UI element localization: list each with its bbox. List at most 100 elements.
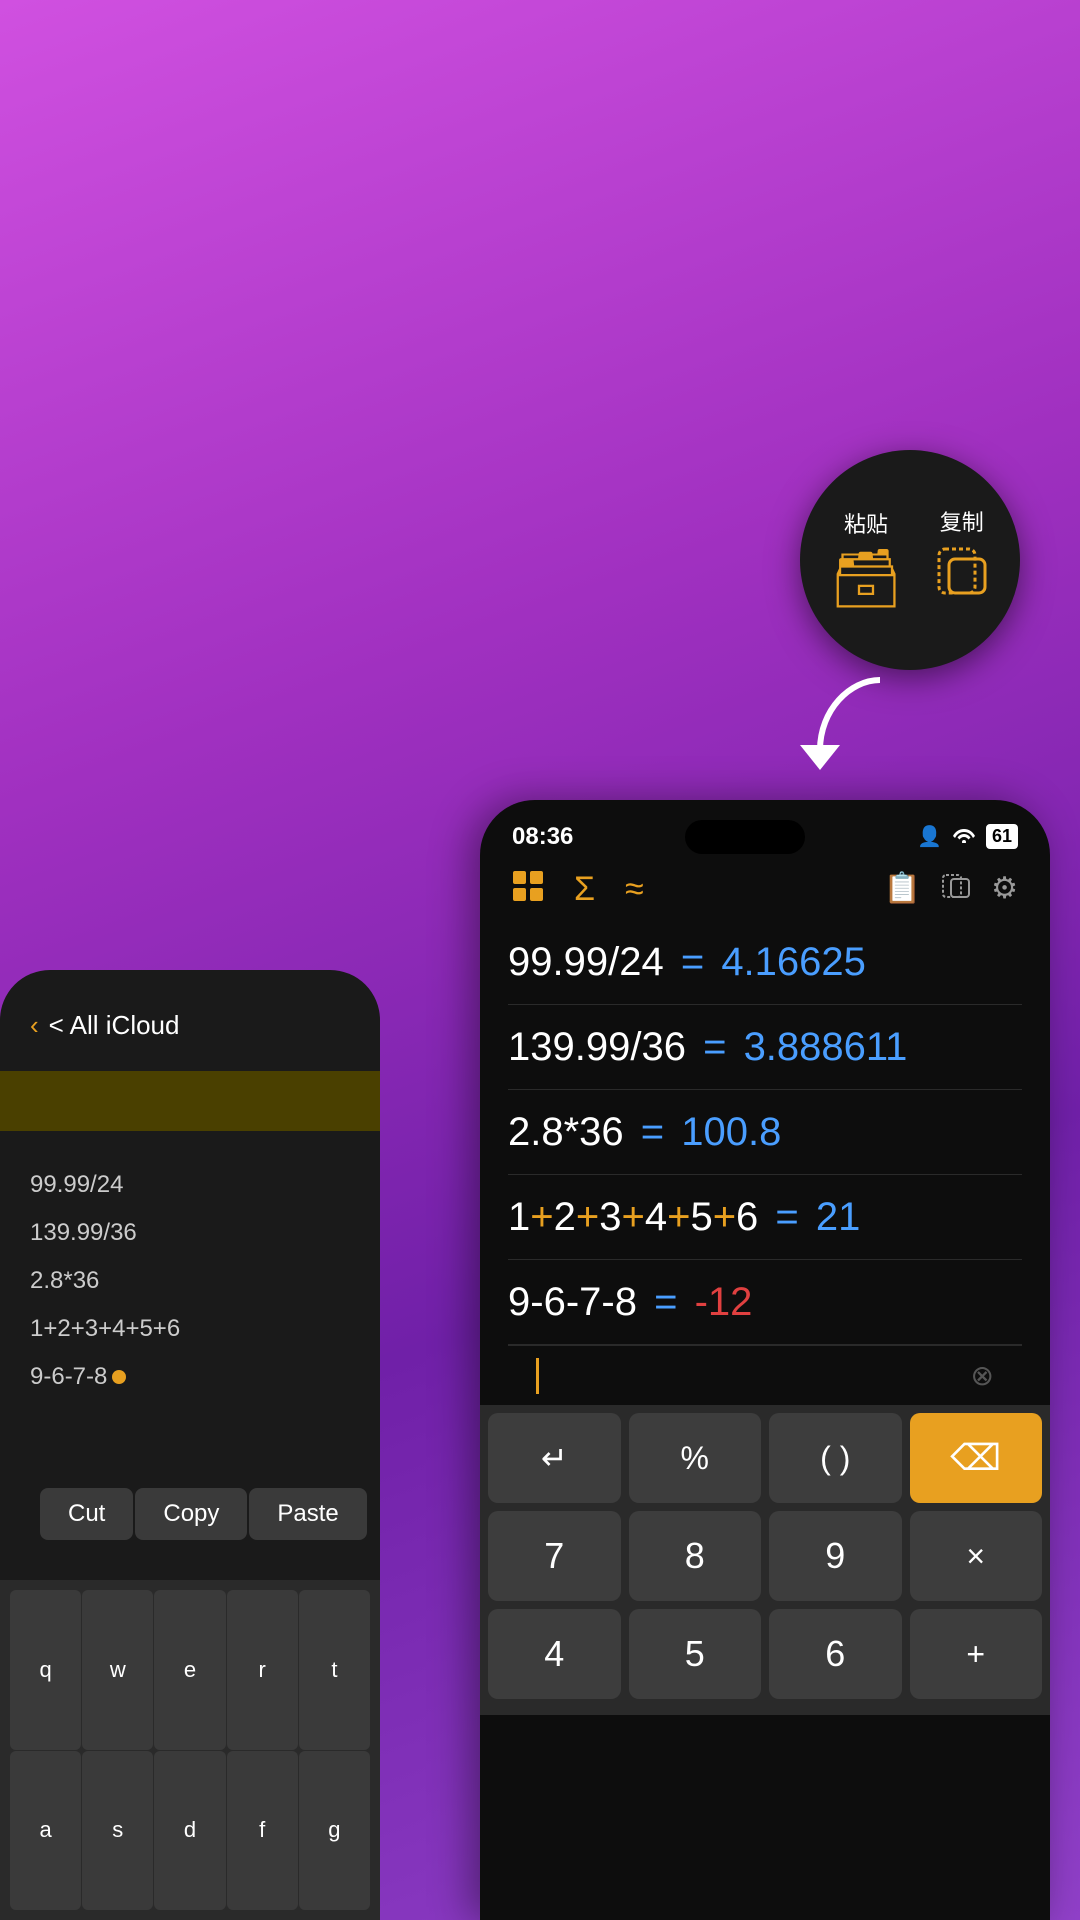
status-time: 08:36 xyxy=(512,823,573,851)
bg-key-s: s xyxy=(82,1751,153,1911)
wifi-icon xyxy=(952,825,976,849)
kbd-row-2: 7 8 9 × xyxy=(488,1511,1042,1601)
expr-1: 99.99/24 xyxy=(508,940,664,984)
expr-5: 9-6-7-8 xyxy=(508,1280,637,1324)
key-percent[interactable]: % xyxy=(629,1413,762,1503)
status-bar: 08:36 👤 61 xyxy=(480,800,1050,855)
bg-phone-list: 99.99/24 139.99/36 2.8*36 1+2+3+4+5+6 9-… xyxy=(0,1141,380,1421)
key-plus[interactable]: + xyxy=(910,1609,1043,1699)
copy-label: 复制 xyxy=(940,505,984,537)
plus-4e: + xyxy=(713,1195,736,1239)
bg-key-f: f xyxy=(227,1751,298,1911)
bg-key-w: w xyxy=(82,1590,153,1750)
bg-key-a: a xyxy=(10,1751,81,1911)
calc-row-5: 9-6-7-8 = -12 xyxy=(508,1260,1022,1345)
eq-5: = xyxy=(654,1280,677,1324)
key-backspace[interactable]: ⌫ xyxy=(910,1413,1043,1503)
expr-4c: 3 xyxy=(599,1195,621,1239)
expr-2: 139.99/36 xyxy=(508,1025,686,1069)
plus-4c: + xyxy=(621,1195,644,1239)
list-item-1: 99.99/24 xyxy=(30,1161,350,1209)
calc-display: 99.99/24 = 4.16625 139.99/36 = 3.888611 … xyxy=(480,920,1050,1405)
keyboard-area: ↵ % ( ) ⌫ 7 8 9 × 4 5 6 + xyxy=(480,1405,1050,1715)
eq-1: = xyxy=(681,940,704,984)
paste-icon: 🗃 xyxy=(829,545,903,613)
kbd-row-3: 4 5 6 + xyxy=(488,1609,1042,1699)
bg-key-r: r xyxy=(227,1590,298,1750)
calc-row-4: 1+2+3+4+5+6 = 21 xyxy=(508,1175,1022,1260)
copy-icon-group: 复制 xyxy=(933,505,991,615)
expr-3: 2.8*36 xyxy=(508,1110,624,1154)
highlight-bar xyxy=(0,1071,380,1131)
toolbar-icon-copy[interactable] xyxy=(941,871,971,909)
eq-3: = xyxy=(641,1110,664,1154)
kbd-row-1: ↵ % ( ) ⌫ xyxy=(488,1413,1042,1503)
list-item-5: 9-6-7-8 xyxy=(30,1353,350,1401)
list-item-3: 2.8*36 xyxy=(30,1257,350,1305)
key-multiply[interactable]: × xyxy=(910,1511,1043,1601)
paste-icon-group: 粘贴 🗃 xyxy=(829,507,903,613)
key-8[interactable]: 8 xyxy=(629,1511,762,1601)
input-row[interactable]: ⊗ xyxy=(508,1345,1022,1405)
copy-button[interactable]: Copy xyxy=(135,1488,247,1540)
bg-phone-header: ‹ < All iCloud xyxy=(0,990,380,1061)
plus-4a: + xyxy=(530,1195,553,1239)
bg-key-e: e xyxy=(154,1590,225,1750)
bg-key-t: t xyxy=(299,1590,370,1750)
toolbar-left: Σ ≈ xyxy=(512,870,644,910)
app-toolbar: Σ ≈ 📋 ⚙ xyxy=(480,860,1050,920)
key-6[interactable]: 6 xyxy=(769,1609,902,1699)
key-5[interactable]: 5 xyxy=(629,1609,762,1699)
text-cursor xyxy=(536,1358,539,1394)
result-5: -12 xyxy=(695,1280,753,1324)
toolbar-icon-clipboard[interactable]: 📋 xyxy=(884,871,921,909)
result-4: 21 xyxy=(816,1195,861,1239)
expr-4d: 4 xyxy=(645,1195,667,1239)
cut-copy-paste-bar: Cut Copy Paste xyxy=(40,1488,367,1540)
paste-label: 粘贴 xyxy=(844,507,888,539)
bg-key-g: g xyxy=(299,1751,370,1911)
arrow-indicator xyxy=(790,660,910,785)
background-phone: ‹ < All iCloud 99.99/24 139.99/36 2.8*36… xyxy=(0,970,380,1920)
expr-4f: 6 xyxy=(736,1195,758,1239)
expr-4a: 1 xyxy=(508,1195,530,1239)
copy-icon xyxy=(933,543,991,615)
copy-paste-bubble: 粘贴 🗃 复制 xyxy=(800,450,1020,670)
key-4[interactable]: 4 xyxy=(488,1609,621,1699)
bg-phone-back-label: < All iCloud xyxy=(49,1010,180,1041)
toolbar-icon-settings[interactable]: ⚙ xyxy=(991,871,1018,909)
key-enter[interactable]: ↵ xyxy=(488,1413,621,1503)
toolbar-icon-grid[interactable] xyxy=(512,870,544,910)
bg-key-d: d xyxy=(154,1751,225,1911)
person-icon: 👤 xyxy=(917,824,942,849)
clear-button[interactable]: ⊗ xyxy=(971,1359,994,1392)
result-3: 100.8 xyxy=(681,1110,781,1154)
expr-4b: 2 xyxy=(554,1195,576,1239)
paste-button[interactable]: Paste xyxy=(249,1488,366,1540)
plus-4b: + xyxy=(576,1195,599,1239)
dynamic-island-top xyxy=(685,820,805,854)
battery-icon: 61 xyxy=(986,824,1018,849)
bg-key-q: q xyxy=(10,1590,81,1750)
toolbar-icon-sigma[interactable]: Σ xyxy=(574,870,595,910)
calc-row-1: 99.99/24 = 4.16625 xyxy=(508,920,1022,1005)
toolbar-right: 📋 ⚙ xyxy=(884,871,1018,909)
key-7[interactable]: 7 xyxy=(488,1511,621,1601)
bubble-icons: 粘贴 🗃 复制 xyxy=(829,505,991,615)
key-9[interactable]: 9 xyxy=(769,1511,902,1601)
list-item-4: 1+2+3+4+5+6 xyxy=(30,1305,350,1353)
eq-2: = xyxy=(703,1025,726,1069)
list-item-2: 139.99/36 xyxy=(30,1209,350,1257)
expr-4e: 5 xyxy=(690,1195,712,1239)
toolbar-icon-approx[interactable]: ≈ xyxy=(625,870,644,910)
key-paren[interactable]: ( ) xyxy=(769,1413,902,1503)
status-icons: 👤 61 xyxy=(917,824,1018,849)
result-2: 3.888611 xyxy=(744,1025,908,1069)
calc-row-2: 139.99/36 = 3.888611 xyxy=(508,1005,1022,1090)
calc-row-3: 2.8*36 = 100.8 xyxy=(508,1090,1022,1175)
eq-4: = xyxy=(775,1195,798,1239)
cut-button[interactable]: Cut xyxy=(40,1488,133,1540)
result-1: 4.16625 xyxy=(721,940,866,984)
main-phone: 08:36 👤 61 Σ ≈ 📋 ⚙ 99.99/2 xyxy=(480,800,1050,1920)
bg-keyboard: q w e r t a s d f g xyxy=(0,1580,380,1920)
